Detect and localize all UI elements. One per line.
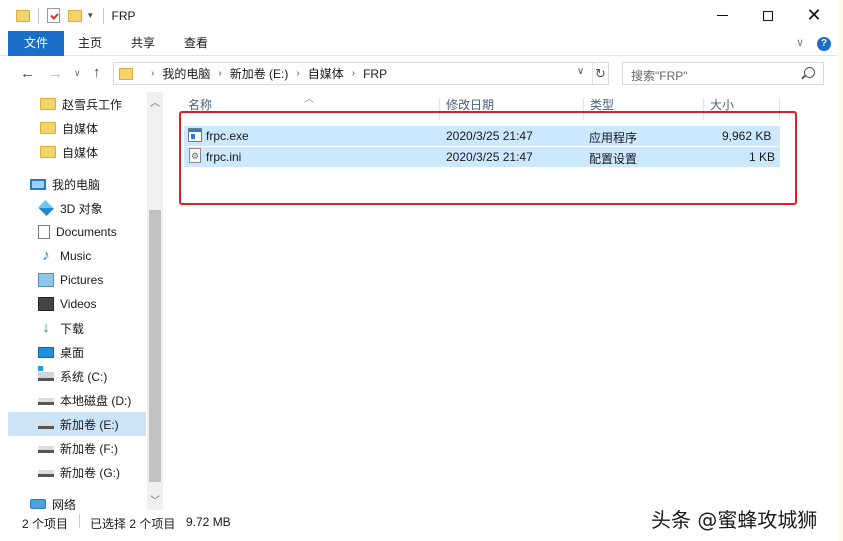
navigation-pane: 赵雪兵工作 自媒体 自媒体 我的电脑 3D 对象 Documents ♪ Mus… [0,92,163,512]
back-arrow-icon[interactable]: ← [20,65,35,82]
nav-item-label: 新加卷 (F:) [60,441,118,456]
folder-icon [40,122,56,134]
close-icon: ✕ [806,5,822,25]
status-selected-size: 9.72 MB [186,515,231,529]
maximize-button[interactable] [745,0,791,31]
breadcrumb-drive-e[interactable]: 新加卷 (E:) [230,65,289,82]
navigation-scrollbar[interactable]: ︿ ﹀ [147,92,163,510]
refresh-icon[interactable]: ↻ [592,63,608,84]
tab-share[interactable]: 共享 [120,31,166,56]
breadcrumb-this-pc[interactable]: 我的电脑 [162,65,210,82]
folder-icon [40,146,56,158]
breadcrumb-frp-folder[interactable]: FRP [363,67,387,81]
nav-item-label: 下载 [60,321,85,336]
nav-item-label: Pictures [60,273,104,287]
nav-item-label: Music [60,249,92,263]
nav-item-label: 新加卷 (G:) [60,465,120,480]
quick-access-toolbar: ▾ [16,7,112,24]
nav-item-label: 系统 (C:) [60,369,108,384]
customize-toolbar-chevron-icon[interactable]: ▾ [88,10,93,21]
minimize-icon [716,15,728,16]
download-icon: ↓ [42,319,50,336]
nav-item-label: Videos [60,297,97,311]
search-placeholder: 搜索"FRP" [631,69,688,83]
network-icon [30,499,46,509]
computer-icon [30,178,46,190]
nav-item-label: 自媒体 [62,145,99,160]
nav-item-label: 桌面 [60,345,85,360]
new-folder-icon[interactable] [68,9,82,22]
folder-icon [40,98,56,110]
breadcrumb-separator-icon[interactable]: › [352,68,355,79]
desktop-icon [38,346,54,358]
address-bar[interactable]: › 我的电脑 › 新加卷 (E:) › 自媒体 › FRP ∨ ↻ [113,62,609,85]
divider [38,7,39,24]
close-button[interactable]: ✕ [791,0,837,31]
ribbon-tabs: 文件 主页 共享 查看 ∨ ? [0,31,837,56]
nav-item-label: 我的电脑 [52,177,101,192]
drive-icon [38,470,54,477]
pictures-icon [38,273,54,287]
search-input[interactable]: 搜索"FRP" [622,62,824,85]
recent-locations-chevron-icon[interactable]: ∨ [74,68,81,79]
breadcrumb-separator-icon[interactable]: › [151,68,154,79]
maximize-icon [763,10,773,21]
nav-item-drive-e[interactable]: 新加卷 (E:) [8,412,146,436]
explorer-window: ▾ FRP ✕ 文件 主页 共享 查看 ∨ ? ← → ∨ ↑ › 我的电脑 ›… [0,0,837,541]
address-history-chevron-icon[interactable]: ∨ [577,66,584,77]
forward-arrow-icon[interactable]: → [48,65,63,82]
tab-home[interactable]: 主页 [68,31,112,56]
drive-icon [38,422,54,429]
expand-ribbon-chevron-icon[interactable]: ∨ [796,36,804,49]
help-icon[interactable]: ? [817,37,831,51]
status-selected-count: 已选择 2 个项目 [90,517,176,531]
watermark-text: 头条 @蜜蜂攻城狮 [651,508,818,532]
window-title: FRP [111,8,136,23]
breadcrumb-separator-icon[interactable]: › [296,68,299,79]
nav-item-label: 本地磁盘 (D:) [60,393,132,408]
folder-icon [16,9,30,22]
minimize-button[interactable] [699,0,745,31]
system-drive-icon [38,365,54,381]
title-bar: ▾ FRP ✕ [0,0,837,31]
tab-file[interactable]: 文件 [8,31,64,56]
scroll-down-chevron-icon[interactable]: ﹀ [150,492,160,507]
tab-view[interactable]: 查看 [174,31,218,56]
breadcrumb-media-folder[interactable]: 自媒体 [308,65,344,82]
address-row: ← → ∨ ↑ › 我的电脑 › 新加卷 (E:) › 自媒体 › FRP ∨ … [0,56,837,92]
background-strip [837,0,843,541]
drive-icon [38,398,54,405]
folder-icon [119,67,133,80]
search-icon[interactable] [804,67,815,78]
scroll-up-chevron-icon[interactable]: ︿ [150,94,160,109]
drive-icon [38,446,54,453]
properties-icon[interactable] [47,8,60,23]
divider [79,514,80,528]
divider [102,7,104,24]
highlight-annotation-box [179,111,797,205]
up-arrow-icon[interactable]: ↑ [93,64,101,81]
documents-icon [38,225,50,239]
3d-objects-icon [38,200,54,216]
videos-icon [38,297,54,311]
nav-item-label: 3D 对象 [60,201,103,216]
scrollbar-thumb[interactable] [149,210,161,482]
status-item-count: 2 个项目 [22,517,69,531]
nav-item-label: 自媒体 [62,121,99,136]
nav-item-label: 新加卷 (E:) [60,417,119,432]
breadcrumb-separator-icon[interactable]: › [218,68,221,79]
nav-item-label: 赵雪兵工作 [62,97,123,112]
nav-item-label: Documents [56,225,117,239]
music-icon: ♪ [42,247,50,264]
